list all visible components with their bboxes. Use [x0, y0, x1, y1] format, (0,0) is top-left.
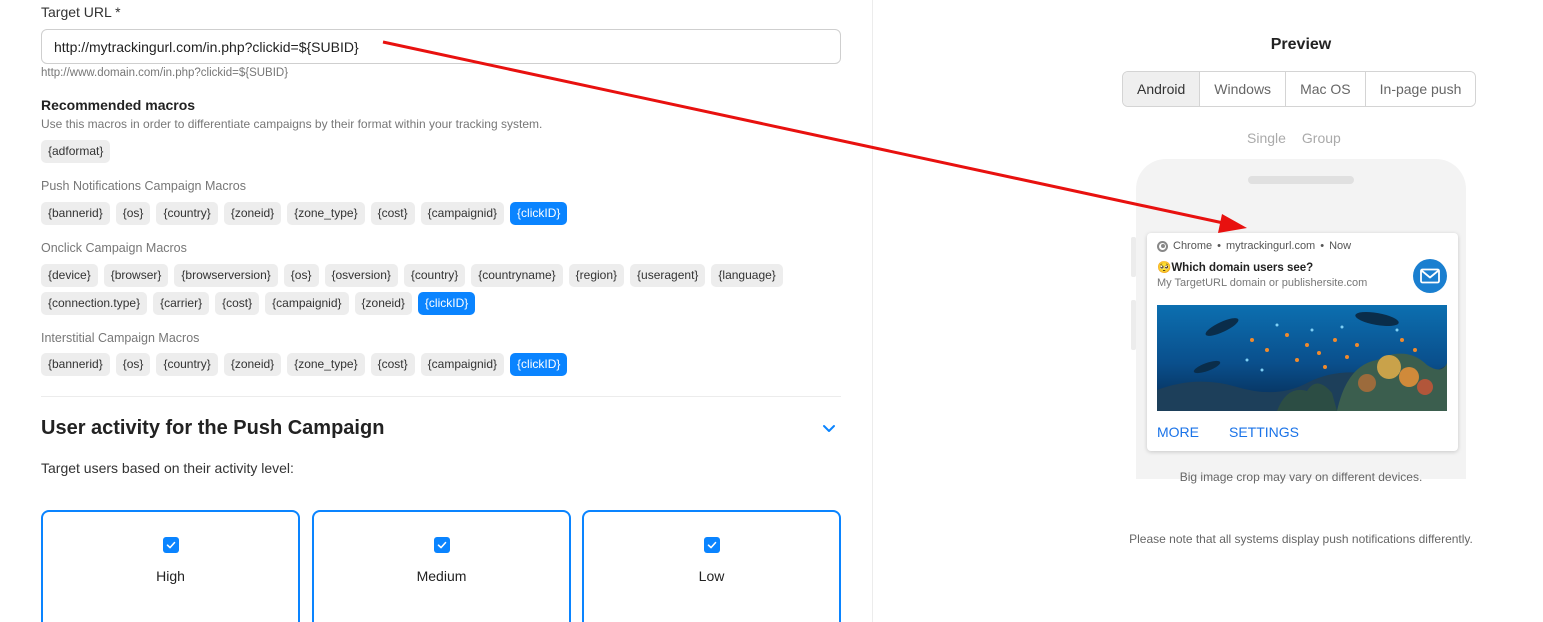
target-url-input[interactable] — [41, 29, 841, 64]
target-url-hint: http://www.domain.com/in.php?clickid=${S… — [41, 67, 289, 79]
notification-browser: Chrome — [1173, 240, 1213, 252]
macro-chip[interactable]: {clickID} — [510, 202, 568, 225]
image-crop-note: Big image crop may vary on different dev… — [1179, 470, 1423, 484]
macro-chip[interactable]: {cost} — [370, 353, 415, 376]
phone-side-button — [1131, 237, 1136, 277]
notification-time: Now — [1329, 240, 1352, 252]
macro-chip[interactable]: {os} — [115, 353, 151, 376]
user-activity-title: User activity for the Push Campaign — [41, 417, 385, 439]
checkbox-checked-icon[interactable] — [433, 537, 450, 553]
macro-chip[interactable]: {connection.type} — [41, 292, 148, 315]
notification-body: My TargetURL domain or publishersite.com — [1157, 277, 1368, 289]
chrome-icon — [1157, 240, 1168, 252]
platform-tabs: Android Windows Mac OS In-page push — [1122, 71, 1477, 107]
tab-mac-os[interactable]: Mac OS — [1285, 72, 1365, 106]
checkbox-checked-icon[interactable] — [703, 537, 720, 553]
activity-label: High — [156, 568, 185, 584]
tab-group[interactable]: Group — [1302, 130, 1341, 146]
campaign-form-panel: Target URL * http://www.domain.com/in.ph… — [0, 0, 873, 622]
notification-big-image — [1157, 305, 1447, 411]
pleading-face-emoji-icon: 🥺 — [1157, 262, 1172, 274]
activity-card-medium[interactable]: Medium — [312, 510, 571, 622]
checkbox-checked-icon[interactable] — [162, 537, 179, 553]
notification-title-text: Which domain users see? — [1171, 262, 1314, 274]
macro-chip[interactable]: {bannerid} — [41, 202, 110, 225]
notification-mode-tabs: Single Group — [1247, 130, 1341, 146]
macro-chip[interactable]: {zone_type} — [287, 202, 365, 225]
macro-chip[interactable]: {country} — [156, 202, 218, 225]
onclick-macros-chips-row2: {connection.type} {carrier} {cost} {campaig… — [41, 292, 476, 315]
notification-actions: MORE SETTINGS — [1157, 424, 1299, 440]
macro-chip[interactable]: {campaignid} — [265, 292, 349, 315]
tab-android[interactable]: Android — [1123, 72, 1200, 106]
macro-chip[interactable]: {adformat} — [41, 140, 111, 163]
macro-chip[interactable]: {countryname} — [471, 264, 563, 287]
activity-card-high[interactable]: High — [41, 510, 300, 622]
macro-chip[interactable]: {useragent} — [630, 264, 706, 287]
section-divider — [41, 396, 841, 397]
activity-card-low[interactable]: Low — [582, 510, 841, 622]
macro-chip[interactable]: {os} — [115, 202, 151, 225]
macro-chip[interactable]: {zoneid} — [223, 202, 282, 225]
macro-chip[interactable]: {zoneid} — [354, 292, 412, 315]
preview-panel: Preview Android Windows Mac OS In-page p… — [874, 0, 1543, 622]
systems-display-note: Please note that all systems display pus… — [1129, 532, 1473, 546]
separator: • — [1320, 240, 1325, 252]
tab-windows[interactable]: Windows — [1199, 72, 1286, 106]
tab-single[interactable]: Single — [1247, 130, 1286, 146]
macro-chip[interactable]: {os} — [283, 264, 319, 287]
recommended-macros-description: Use this macros in order to differentiat… — [41, 117, 543, 131]
activity-label: Medium — [416, 568, 467, 584]
notification-domain: mytrackingurl.com — [1225, 240, 1316, 252]
interstitial-macros-chips: {bannerid} {os} {country} {zoneid} {zone_typ… — [41, 353, 568, 376]
preview-title: Preview — [1270, 36, 1332, 53]
macro-chip[interactable]: {device} — [41, 264, 98, 287]
onclick-macros-chips-row1: {device} {browser} {browserversion} {os} {os… — [41, 264, 783, 287]
chevron-down-icon[interactable] — [820, 420, 838, 438]
macro-chip[interactable]: {zone_type} — [287, 353, 365, 376]
interstitial-macros-label: Interstitial Campaign Macros — [41, 331, 200, 345]
macro-chip[interactable]: {carrier} — [153, 292, 210, 315]
macro-chip[interactable]: {country} — [156, 353, 218, 376]
target-url-label: Target URL * — [41, 4, 121, 20]
macro-chip[interactable]: {browser} — [103, 264, 169, 287]
phone-speaker — [1248, 176, 1354, 184]
macro-chip[interactable]: {clickID} — [510, 353, 568, 376]
macro-chip[interactable]: {language} — [711, 264, 783, 287]
user-activity-subtitle: Target users based on their activity lev… — [41, 460, 294, 476]
settings-button[interactable]: SETTINGS — [1229, 424, 1299, 440]
macro-chip[interactable]: {country} — [403, 264, 466, 287]
tab-in-page-push[interactable]: In-page push — [1364, 72, 1476, 106]
macro-chip[interactable]: {clickID} — [417, 292, 476, 315]
onclick-macros-label: Onclick Campaign Macros — [41, 241, 187, 255]
notification-header: Chrome • mytrackingurl.com • Now — [1157, 240, 1351, 252]
separator: • — [1217, 240, 1221, 252]
macro-chip[interactable]: {bannerid} — [41, 353, 110, 376]
macro-chip[interactable]: {browserversion} — [174, 264, 278, 287]
envelope-icon — [1413, 259, 1447, 293]
recommended-macros-chips: {adformat} — [41, 140, 111, 163]
macro-chip[interactable]: {cost} — [215, 292, 260, 315]
macro-chip[interactable]: {osversion} — [324, 264, 398, 287]
macro-chip[interactable]: {region} — [568, 264, 625, 287]
phone-side-button — [1131, 300, 1136, 350]
push-macros-label: Push Notifications Campaign Macros — [41, 179, 246, 193]
activity-label: Low — [698, 568, 725, 584]
macro-chip[interactable]: {campaignid} — [420, 202, 505, 225]
notification-title: 🥺Which domain users see? — [1157, 260, 1313, 274]
more-button[interactable]: MORE — [1157, 424, 1199, 440]
macro-chip[interactable]: {zoneid} — [223, 353, 282, 376]
push-notification-preview: Chrome • mytrackingurl.com • Now 🥺Which … — [1147, 233, 1458, 451]
macro-chip[interactable]: {cost} — [370, 202, 415, 225]
push-macros-chips: {bannerid} {os} {country} {zoneid} {zone_typ… — [41, 202, 568, 225]
recommended-macros-title: Recommended macros — [41, 97, 196, 113]
macro-chip[interactable]: {campaignid} — [420, 353, 505, 376]
